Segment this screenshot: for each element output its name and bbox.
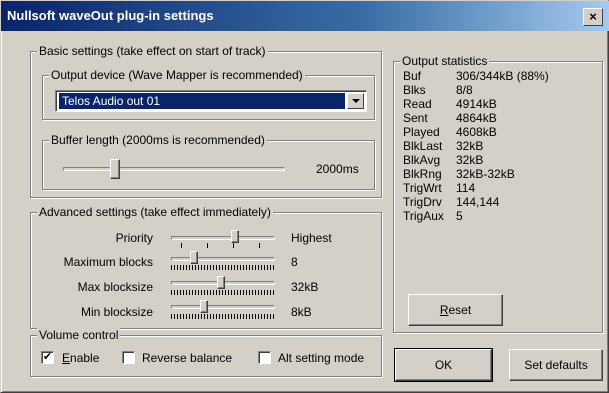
priority-slider[interactable] bbox=[231, 230, 240, 243]
stat-value: 5 bbox=[456, 209, 463, 223]
stat-row: Blks 8/8 bbox=[403, 83, 603, 97]
stat-row: Played 4608kB bbox=[403, 125, 603, 139]
buffer-length-value: 2000ms bbox=[316, 162, 359, 176]
close-button[interactable]: × bbox=[583, 8, 603, 26]
stat-row: BlkAvg 32kB bbox=[403, 153, 603, 167]
stat-key: TrigAux bbox=[403, 209, 444, 223]
min-blocksize-slider[interactable] bbox=[199, 300, 208, 313]
output-device-label: Output device (Wave Mapper is recommende… bbox=[49, 68, 305, 82]
volume-control-label: Volume control bbox=[37, 328, 121, 342]
stat-key: Buf bbox=[403, 69, 422, 83]
reset-button[interactable]: Reset bbox=[408, 294, 503, 326]
stat-value: 114 bbox=[456, 181, 476, 195]
stat-key: Blks bbox=[403, 83, 426, 97]
alt-setting-mode-label[interactable]: Alt setting mode bbox=[278, 351, 364, 365]
stat-row: Buf 306/344kB (88%) bbox=[403, 69, 603, 83]
stat-row: BlkLast 32kB bbox=[403, 139, 603, 153]
stat-row: Read 4914kB bbox=[403, 97, 603, 111]
max-blocksize-ticks bbox=[171, 290, 275, 295]
stat-value: 32kB bbox=[456, 153, 484, 167]
stat-key: BlkLast bbox=[403, 139, 443, 153]
stat-value: 8/8 bbox=[456, 83, 473, 97]
settings-dialog: Nullsoft waveOut plug-in settings × Basi… bbox=[0, 0, 609, 393]
enable-mnemonic: E bbox=[62, 351, 71, 365]
min-blocksize-label: Min blocksize bbox=[80, 305, 153, 319]
ok-button[interactable]: OK bbox=[394, 348, 493, 382]
stat-key: Sent bbox=[403, 111, 428, 125]
max-blocksize-value: 32kB bbox=[291, 280, 319, 294]
enable-label[interactable]: Enable bbox=[62, 351, 99, 365]
output-device-select[interactable]: Telos Audio out 01 bbox=[55, 90, 367, 112]
stat-row: TrigWrt 114 bbox=[403, 181, 603, 195]
stat-value: 4608kB bbox=[456, 125, 497, 139]
stat-value: 306/344kB (88%) bbox=[456, 69, 549, 83]
stat-key: BlkRng bbox=[403, 167, 442, 181]
reverse-balance-label[interactable]: Reverse balance bbox=[142, 351, 232, 365]
buffer-length-label: Buffer length (2000ms is recommended) bbox=[49, 133, 267, 147]
statistics-list: Buf 306/344kB (88%) Blks 8/8 Read 4914kB Se… bbox=[403, 69, 603, 223]
stat-key: TrigWrt bbox=[403, 181, 442, 195]
enable-label-rest: nable bbox=[70, 351, 100, 365]
buffer-length-slider[interactable] bbox=[109, 159, 120, 179]
stat-key: TrigDrv bbox=[403, 195, 442, 209]
buffer-length-track bbox=[63, 167, 285, 171]
chevron-down-icon[interactable] bbox=[347, 93, 364, 109]
max-blocks-ticks bbox=[171, 265, 275, 270]
stat-row: BlkRng 32kB-32kB bbox=[403, 167, 603, 181]
close-icon: × bbox=[589, 9, 597, 24]
min-blocksize-track bbox=[171, 305, 275, 309]
window-title: Nullsoft waveOut plug-in settings bbox=[7, 8, 214, 23]
stat-value: 32kB bbox=[456, 139, 484, 153]
stat-key: BlkAvg bbox=[403, 153, 441, 167]
max-blocksize-slider[interactable] bbox=[217, 276, 226, 289]
reverse-balance-checkbox[interactable] bbox=[122, 351, 135, 364]
advanced-settings-label: Advanced settings (take effect immediate… bbox=[37, 205, 273, 219]
priority-label: Priority bbox=[115, 231, 153, 245]
alt-setting-mode-checkbox[interactable] bbox=[258, 351, 271, 364]
reset-label-rest: eset bbox=[448, 303, 472, 317]
max-blocks-slider[interactable] bbox=[190, 251, 199, 264]
stat-row: TrigAux 5 bbox=[403, 209, 603, 223]
stat-value: 4914kB bbox=[456, 97, 497, 111]
output-statistics-label: Output statistics bbox=[400, 54, 490, 68]
set-defaults-button[interactable]: Set defaults bbox=[509, 349, 603, 381]
stat-row: Sent 4864kB bbox=[403, 111, 603, 125]
enable-checkbox[interactable]: ✔ bbox=[41, 351, 54, 364]
stat-value: 144,144 bbox=[456, 195, 500, 209]
stat-key: Read bbox=[403, 97, 432, 111]
title-bar: Nullsoft waveOut plug-in settings × bbox=[1, 1, 609, 31]
min-blocksize-value: 8kB bbox=[291, 305, 312, 319]
stat-key: Played bbox=[403, 125, 440, 139]
max-blocks-label: Maximum blocks bbox=[63, 255, 153, 269]
priority-value: Highest bbox=[291, 231, 332, 245]
priority-track bbox=[171, 236, 275, 240]
max-blocks-track bbox=[171, 257, 275, 261]
stat-row: TrigDrv 144,144 bbox=[403, 195, 603, 209]
checkmark-icon: ✔ bbox=[42, 351, 53, 363]
output-device-value: Telos Audio out 01 bbox=[59, 93, 345, 109]
basic-settings-label: Basic settings (take effect on start of … bbox=[37, 44, 268, 58]
stat-value: 32kB-32kB bbox=[456, 167, 515, 181]
min-blocksize-ticks bbox=[171, 314, 275, 319]
stat-value: 4864kB bbox=[456, 111, 497, 125]
max-blocks-value: 8 bbox=[291, 255, 298, 269]
priority-ticks bbox=[181, 243, 263, 248]
max-blocksize-label: Max blocksize bbox=[77, 280, 153, 294]
